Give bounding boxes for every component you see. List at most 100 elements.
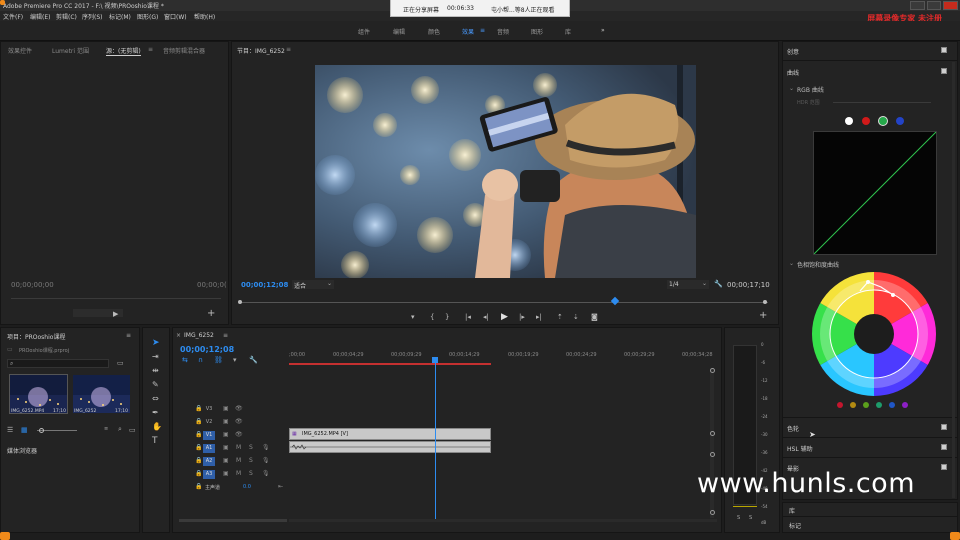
pen-tool-icon[interactable]: ✒	[152, 408, 159, 417]
collapse-icon[interactable]: ⌄	[789, 260, 794, 267]
section-color-wheels[interactable]: 色轮	[787, 424, 799, 433]
track-label[interactable]: A2	[203, 457, 215, 466]
lift-icon[interactable]: ⇡	[557, 313, 563, 321]
program-fit-dropdown[interactable]: 适合 ⌄	[292, 280, 334, 290]
nest-icon[interactable]: ⇆	[182, 356, 188, 364]
close-button[interactable]	[943, 1, 959, 10]
workspace-menu-icon[interactable]: ≡	[480, 27, 485, 34]
workspace-effects[interactable]: 效果	[462, 27, 474, 36]
rgb-curve-graph[interactable]	[813, 131, 937, 255]
audio-clip[interactable]	[289, 441, 491, 453]
project-menu-icon[interactable]: ≡	[126, 332, 131, 339]
timeline-hscroll[interactable]	[289, 519, 717, 522]
program-menu-icon[interactable]: ≡	[286, 46, 291, 53]
channel-blue-dot[interactable]	[896, 117, 904, 125]
go-to-end-icon[interactable]: ⇤	[278, 483, 283, 490]
lock-icon[interactable]: 🔒	[195, 483, 202, 490]
sort-icon[interactable]: ≡	[104, 426, 108, 432]
find-icon[interactable]: ⌕	[118, 425, 122, 434]
thumb-zoom-handle[interactable]	[39, 428, 44, 433]
mic-icon[interactable]: 🎙	[262, 470, 270, 477]
workspace-color[interactable]: 颜色	[428, 27, 440, 36]
sync-icon[interactable]: ▣	[223, 431, 229, 438]
linked-selection-icon[interactable]: ⛓	[214, 356, 223, 364]
solo-left-button[interactable]: S	[737, 515, 740, 521]
menu-help[interactable]: 帮助(H)	[194, 12, 215, 21]
track-label[interactable]: A1	[203, 444, 215, 453]
tab-libraries[interactable]: 库	[789, 506, 795, 515]
tab-program[interactable]: 节目：IMG_6252	[237, 46, 285, 55]
maximize-button[interactable]	[926, 1, 942, 10]
vscroll-top-handle[interactable]	[710, 368, 715, 373]
scrub-start-handle[interactable]	[238, 300, 242, 304]
go-to-in-icon[interactable]: |◂	[465, 313, 471, 321]
ripple-edit-tool-icon[interactable]: ⇹	[152, 366, 159, 375]
menu-graphics[interactable]: 图形(G)	[137, 12, 158, 21]
project-search-input[interactable]: ⌕	[7, 359, 109, 368]
section-creative[interactable]: 创意	[787, 47, 799, 56]
timeline-close-icon[interactable]: ×	[176, 332, 181, 339]
play-icon[interactable]: ▶	[501, 312, 508, 322]
timeline-menu-icon[interactable]: ≡	[223, 332, 228, 339]
sync-icon[interactable]: ▣	[223, 457, 229, 464]
sync-icon[interactable]: ▣	[223, 418, 229, 425]
new-bin-icon[interactable]: ▭	[117, 359, 124, 367]
mute-icon[interactable]: M	[236, 470, 241, 477]
slip-tool-icon[interactable]: ⇔	[152, 394, 159, 403]
track-select-tool-icon[interactable]: ⇥	[152, 352, 159, 361]
lock-icon[interactable]: 🔒	[195, 431, 202, 438]
tab-effect-controls[interactable]: 效果控件	[8, 46, 32, 55]
scrub-end-handle[interactable]	[763, 300, 767, 304]
timeline-hscroll-left[interactable]	[179, 519, 287, 522]
master-volume[interactable]: 0.0	[243, 484, 251, 490]
timeline-tab[interactable]: IMG_6252	[184, 332, 214, 339]
sync-icon[interactable]: ▣	[223, 444, 229, 451]
workspace-audio[interactable]: 音频	[497, 27, 509, 36]
solo-icon[interactable]: S	[249, 470, 253, 477]
source-scrub-bar[interactable]	[11, 298, 221, 299]
mute-icon[interactable]: M	[236, 457, 241, 464]
project-thumb-1[interactable]	[9, 374, 68, 414]
marker-icon[interactable]: ▾	[233, 356, 237, 364]
menu-window[interactable]: 窗口(W)	[164, 12, 187, 21]
collapse-icon[interactable]: ⌄	[789, 85, 794, 92]
curves-checkbox[interactable]	[941, 68, 947, 74]
project-title[interactable]: 项目：PROoshio课程	[7, 332, 65, 341]
source-play-icon[interactable]: ▶	[113, 310, 118, 318]
program-quality-dropdown[interactable]: 1/4 ⌄	[667, 280, 709, 289]
vscroll-low-handle[interactable]	[710, 452, 715, 457]
mic-icon[interactable]: 🎙	[262, 444, 270, 451]
solo-icon[interactable]: S	[249, 444, 253, 451]
razor-tool-icon[interactable]: ✎	[152, 380, 159, 389]
hdr-slider[interactable]	[833, 102, 931, 103]
program-playhead[interactable]	[610, 296, 620, 306]
minimize-button[interactable]	[910, 1, 925, 10]
extract-icon[interactable]: ⇣	[573, 313, 579, 321]
menu-file[interactable]: 文件(F)	[3, 12, 23, 21]
program-scrub-bar[interactable]	[240, 302, 768, 303]
track-label[interactable]: V1	[203, 431, 215, 440]
camera-icon[interactable]: ◙	[591, 313, 598, 321]
track-label[interactable]: V2	[203, 418, 215, 427]
icon-view-icon[interactable]: ▦	[21, 426, 28, 434]
sync-icon[interactable]: ▣	[223, 405, 229, 412]
selection-tool-icon[interactable]: ➤	[152, 338, 160, 348]
lock-icon[interactable]: 🔒	[195, 457, 202, 464]
timeline-playhead[interactable]	[434, 357, 436, 519]
lumetri-scrollbar[interactable]	[952, 62, 955, 498]
timeline-timecode[interactable]: 00;00;12;08	[180, 345, 234, 354]
workspace-assembly[interactable]: 组件	[358, 27, 370, 36]
mark-out-icon[interactable]: }	[445, 313, 449, 321]
lock-icon[interactable]: 🔒	[195, 444, 202, 451]
lock-icon[interactable]: 🔒	[195, 418, 202, 425]
workspace-editing[interactable]: 编辑	[393, 27, 405, 36]
rgb-curves-label[interactable]: RGB 曲线	[797, 85, 824, 94]
timeline-wrench-icon[interactable]: 🔧	[249, 356, 258, 364]
timeline-playhead-handle[interactable]	[431, 357, 438, 363]
eye-icon[interactable]: 👁	[235, 418, 243, 425]
new-item-icon[interactable]: ▭	[129, 426, 136, 434]
source-menu-icon[interactable]: ≡	[148, 46, 153, 53]
source-add-button-icon[interactable]: +	[207, 308, 215, 319]
add-marker-icon[interactable]: ▾	[411, 313, 415, 321]
type-tool-icon[interactable]: T	[152, 436, 158, 446]
